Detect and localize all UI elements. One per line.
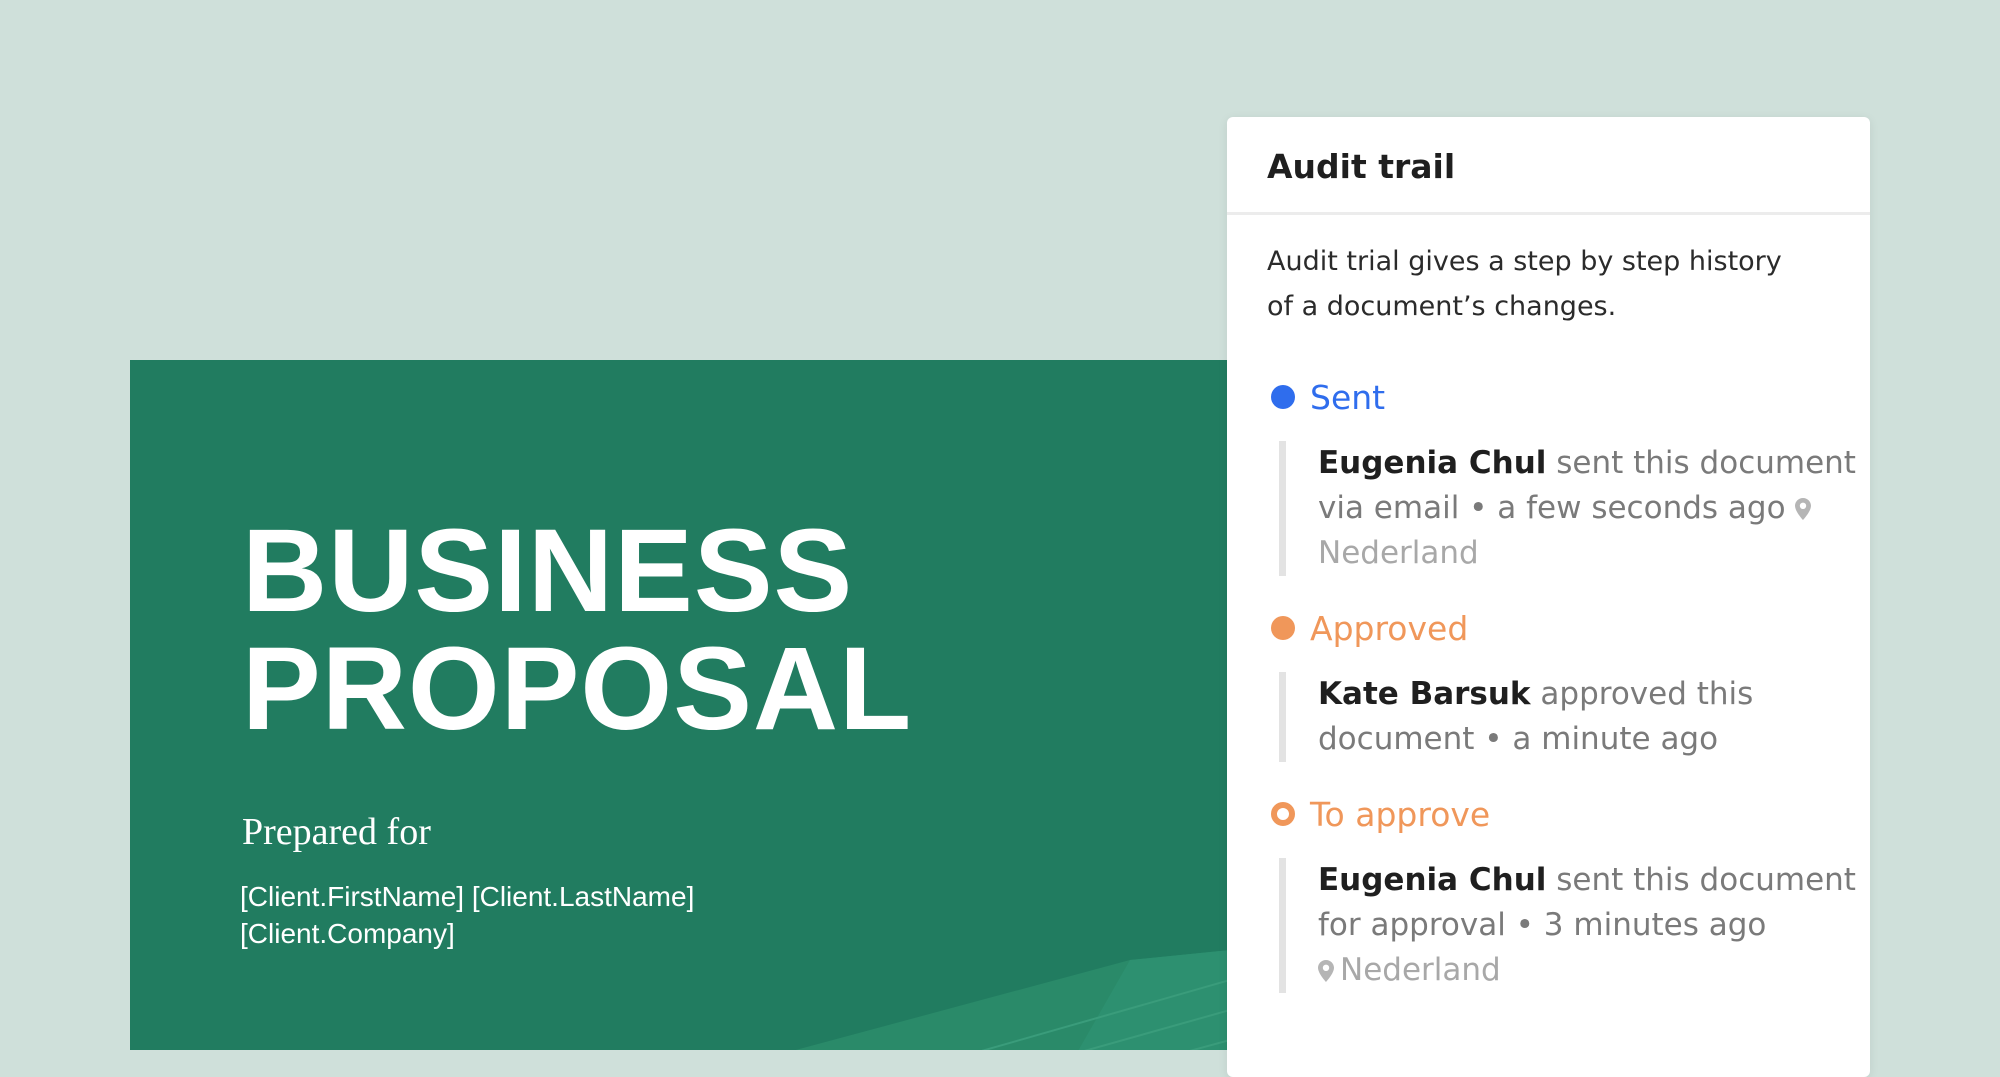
event-actor: Eugenia Chul [1318, 862, 1547, 898]
audit-event-sent[interactable]: Sent Eugenia Chul sent this document via… [1271, 377, 1870, 576]
prepared-for-label: Prepared for [242, 811, 431, 853]
status-ring-icon [1271, 802, 1295, 826]
event-actor: Kate Barsuk [1318, 676, 1531, 712]
event-status: To approve [1310, 794, 1491, 834]
map-pin-icon [1795, 498, 1812, 520]
event-details: Kate Barsuk approved this document • a m… [1279, 672, 1870, 762]
document-title: BUSINESS PROPOSAL [242, 512, 912, 748]
status-dot-icon [1271, 616, 1295, 640]
status-dot-icon [1271, 385, 1295, 409]
event-details: Eugenia Chul sent this document for appr… [1279, 858, 1870, 993]
event-location: Nederland [1318, 948, 1870, 993]
title-line-1: BUSINESS [242, 505, 854, 637]
event-header: To approve [1271, 794, 1870, 834]
audit-trail-panel: Audit trail Audit trial gives a step by … [1227, 117, 1870, 1077]
location-name: Nederland [1340, 952, 1501, 988]
panel-title: Audit trail [1267, 147, 1456, 186]
event-details: Eugenia Chul sent this document via emai… [1279, 441, 1870, 576]
event-status: Approved [1310, 608, 1469, 648]
map-pin-icon [1318, 960, 1334, 982]
panel-header: Audit trail [1227, 117, 1870, 215]
event-actor: Eugenia Chul [1318, 445, 1547, 481]
audit-event-approved[interactable]: Approved Kate Barsuk approved this docum… [1271, 608, 1870, 762]
document-cover: BUSINESS PROPOSAL Prepared for [Client.F… [130, 360, 1230, 1050]
event-header: Approved [1271, 608, 1870, 648]
title-line-2: PROPOSAL [242, 623, 913, 755]
building-image [795, 950, 1230, 1050]
audit-event-to-approve[interactable]: To approve Eugenia Chul sent this docume… [1271, 794, 1870, 993]
panel-description: Audit trial gives a step by step history… [1267, 246, 1782, 322]
location-name: Nederland [1318, 535, 1479, 571]
event-status: Sent [1310, 377, 1386, 417]
event-header: Sent [1271, 377, 1870, 417]
